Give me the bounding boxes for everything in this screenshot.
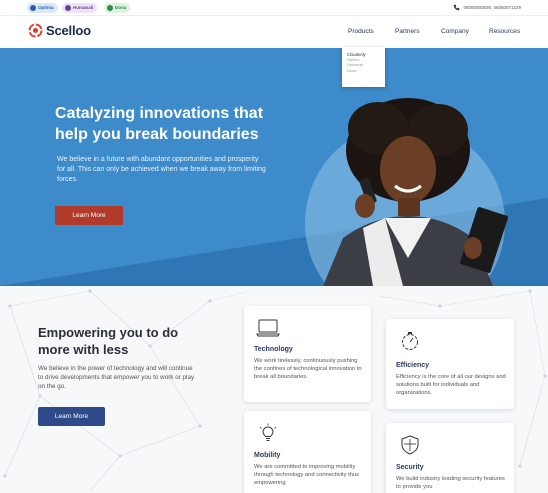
hero-section: Catalyzing innovations that help you bre…	[0, 48, 548, 286]
humanali-logo-icon	[65, 5, 71, 11]
card-text: We build industry leading security featu…	[396, 476, 505, 490]
card-text: We work tirelessly, continuously pushing…	[254, 358, 362, 380]
phone-icon	[454, 4, 460, 11]
nav-products[interactable]: Products	[348, 28, 374, 35]
dona-badge-label: Dona	[115, 5, 127, 10]
dropdown-item-dona[interactable]: Dona	[347, 69, 385, 75]
card-text: Efficiency is the core of all our design…	[396, 374, 506, 396]
feature-card-security: Security We build industry leading secur…	[386, 423, 514, 493]
card-title: Security	[396, 464, 424, 471]
shield-icon	[401, 435, 419, 455]
dona-logo-icon	[107, 5, 113, 11]
hero-person-image	[323, 98, 508, 286]
features-section: Empowering you to do more with less We b…	[0, 286, 548, 493]
hero-title: Catalyzing innovations that help you bre…	[55, 105, 264, 143]
stopwatch-icon	[402, 332, 418, 350]
optima-badge-label: Optima	[38, 5, 54, 10]
section-description: We believe in the power of technology an…	[38, 365, 195, 390]
nav-company[interactable]: Company	[441, 28, 469, 35]
phone-contact[interactable]: 08060000836, 08060071229	[453, 4, 521, 11]
nav-partners[interactable]: Partners	[395, 28, 420, 35]
feature-card-mobility: Mobility We are committed to improving m…	[244, 411, 371, 493]
optima-logo-icon	[30, 5, 36, 11]
brand-logo[interactable]: Scelloo	[28, 23, 91, 38]
nav-resources[interactable]: Resources	[489, 28, 520, 35]
optima-badge[interactable]: Optima	[27, 3, 58, 13]
products-dropdown-menu: Cloudenly Optima Humanali Dona	[342, 47, 385, 87]
brand-name: Scelloo	[46, 23, 91, 38]
card-title: Efficiency	[396, 362, 430, 369]
phone-numbers: 08060000836, 08060071229	[463, 5, 521, 10]
humanali-badge-label: Humanali	[73, 5, 94, 10]
hero-learn-more-button[interactable]: Learn More	[55, 206, 123, 225]
laptop-icon	[256, 319, 280, 337]
card-title: Mobility	[254, 452, 281, 459]
card-text: We are committed to improving mobility t…	[254, 464, 360, 486]
humanali-badge[interactable]: Humanali	[62, 3, 98, 13]
feature-card-technology: Technology We work tirelessly, continuou…	[244, 306, 371, 402]
dona-badge[interactable]: Dona	[104, 3, 131, 13]
section-learn-more-button[interactable]: Learn More	[38, 407, 105, 426]
feature-card-efficiency: Efficiency Efficiency is the core of all…	[386, 319, 514, 409]
scelloo-logo-icon	[28, 23, 43, 38]
top-bar: Optima Humanali Dona 08060000836, 080600…	[0, 0, 548, 16]
card-title: Technology	[254, 346, 293, 353]
hero-description: We believe in a future with abundant opp…	[57, 156, 266, 183]
section-title: Empowering you to do more with less	[38, 325, 179, 357]
main-navigation: Scelloo Products Partners Company Resour…	[0, 17, 548, 48]
lightbulb-icon	[259, 423, 277, 441]
